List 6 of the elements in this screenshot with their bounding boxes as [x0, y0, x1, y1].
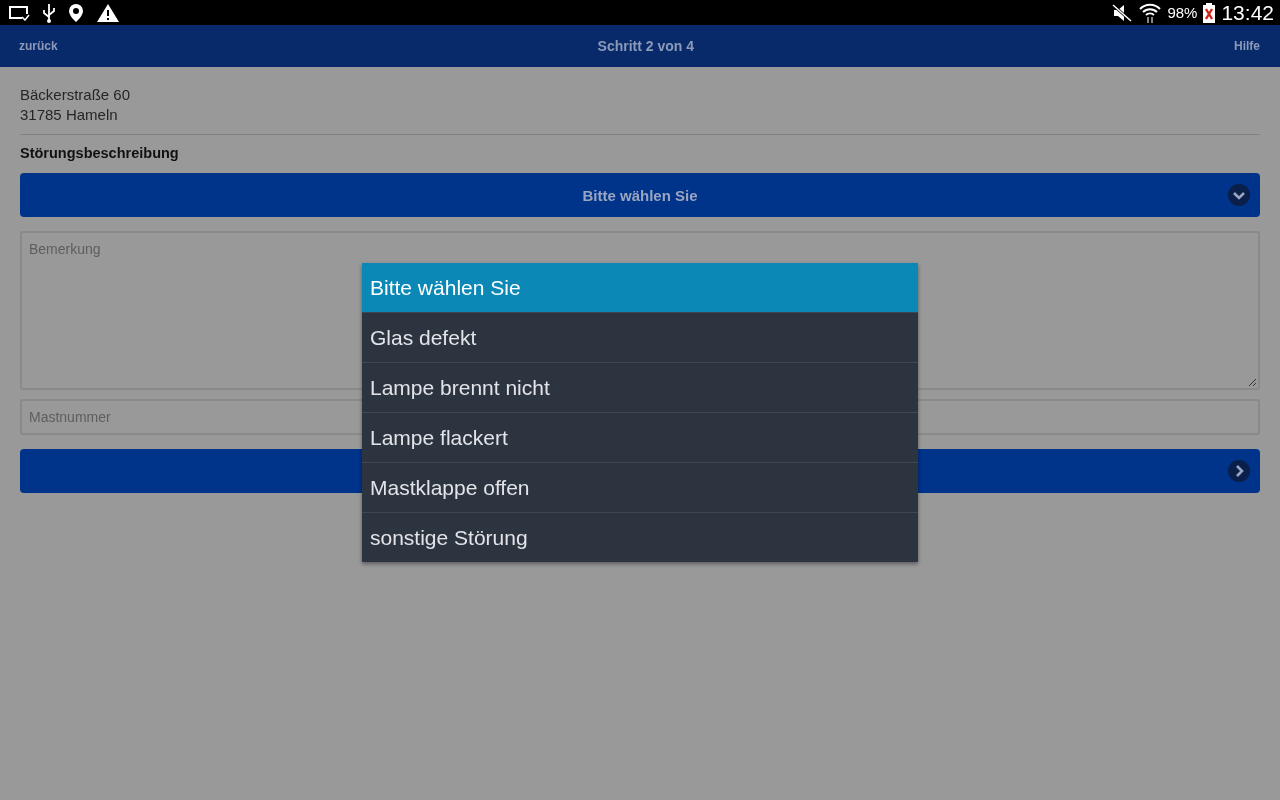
address-line: 31785 Hameln — [20, 105, 119, 125]
section-label: Störungsbeschreibung — [20, 145, 180, 161]
clock-time: 13:42 — [1221, 0, 1274, 25]
step-title: Schritt 2 von 4 — [597, 38, 695, 54]
battery-percentage: 98% — [1167, 4, 1198, 21]
address-line: Bäckerstraße 60 — [20, 85, 132, 105]
